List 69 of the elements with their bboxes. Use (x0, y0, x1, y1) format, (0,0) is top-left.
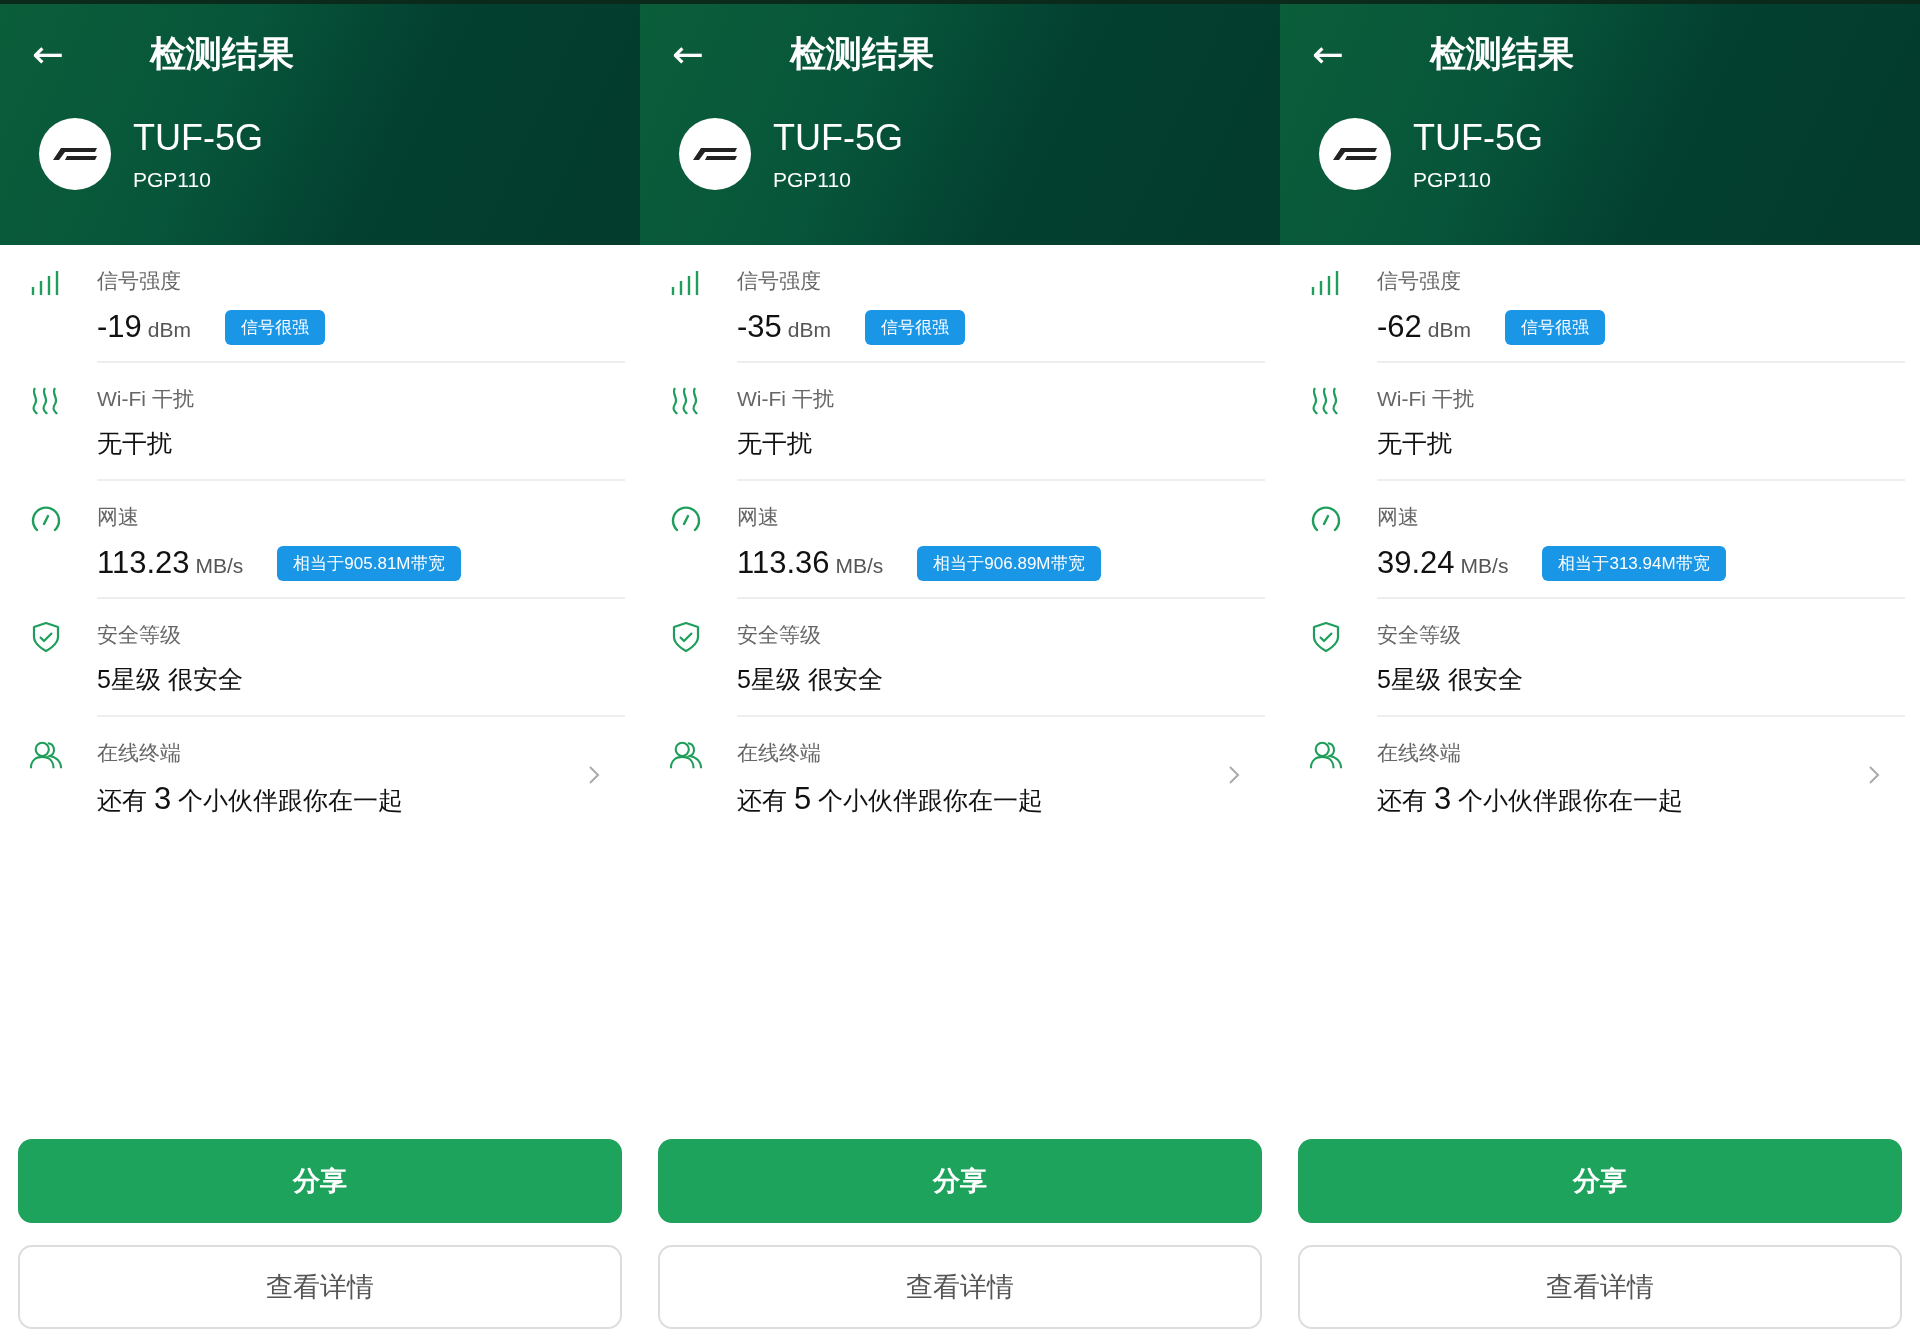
metric-label: 安全等级 (737, 622, 821, 648)
rating-tag: 相当于906.89M带宽 (917, 545, 1101, 581)
router-logo-icon (679, 118, 751, 190)
unit-label: MB/s (195, 554, 244, 578)
device-name: TUF-5G (133, 116, 263, 160)
unit-label: MB/s (1460, 554, 1509, 578)
metric-label: 信号强度 (97, 268, 181, 294)
metric-label: 安全等级 (1377, 622, 1461, 648)
router-logo-icon (1319, 118, 1391, 190)
metric-label: 信号强度 (737, 268, 821, 294)
unit-label: dBm (787, 318, 831, 342)
metric-value: 无干扰 (1377, 428, 1452, 459)
back-button[interactable]: ← (26, 32, 70, 76)
device-name: TUF-5G (773, 116, 903, 160)
metric-value: 无干扰 (97, 428, 172, 459)
metric-value: 113.23 (97, 545, 190, 581)
chevron-right-icon[interactable] (1868, 765, 1880, 785)
metric-label: Wi-Fi 干扰 (1377, 386, 1474, 412)
metric-value: 39.24 (1377, 545, 1455, 581)
rating-tag: 信号很强 (225, 309, 325, 345)
device-model: PGP110 (133, 168, 212, 192)
metric-label: 在线终端 (737, 740, 821, 766)
unit-label: MB/s (835, 554, 884, 578)
metric-value: 113.36 (737, 545, 830, 581)
page-title: 检测结果 (150, 31, 294, 76)
unit-label: dBm (1427, 318, 1471, 342)
metric-label: Wi-Fi 干扰 (737, 386, 834, 412)
details-button[interactable]: 查看详情 (1298, 1245, 1902, 1329)
router-logo-icon (39, 118, 111, 190)
device-model: PGP110 (1413, 168, 1492, 192)
metric-label: 网速 (97, 504, 139, 530)
metric-label: Wi-Fi 干扰 (97, 386, 194, 412)
back-button[interactable]: ← (666, 32, 710, 76)
metric-label: 网速 (737, 504, 779, 530)
chevron-right-icon[interactable] (1228, 765, 1240, 785)
metric-label: 信号强度 (1377, 268, 1461, 294)
metric-value: -19 (97, 309, 142, 345)
metric-value: 5星级 很安全 (97, 664, 243, 695)
metric-value: 还有 5 个小伙伴跟你在一起 (737, 781, 1044, 817)
rating-tag: 相当于905.81M带宽 (277, 545, 461, 581)
device-model: PGP110 (773, 168, 852, 192)
rating-tag: 相当于313.94M带宽 (1542, 545, 1726, 581)
shield-check-icon (30, 621, 62, 653)
rating-tag: 信号很强 (1505, 309, 1605, 345)
metric-value: 无干扰 (737, 428, 812, 459)
metric-value: 还有 3 个小伙伴跟你在一起 (1377, 781, 1684, 817)
rating-tag: 信号很强 (865, 309, 965, 345)
metric-value: 5星级 很安全 (1377, 664, 1523, 695)
metric-value: -35 (737, 309, 782, 345)
page-title: 检测结果 (790, 31, 934, 76)
metric-label: 安全等级 (97, 622, 181, 648)
metric-label: 网速 (1377, 504, 1419, 530)
users-icon (1310, 739, 1342, 771)
details-button[interactable]: 查看详情 (658, 1245, 1262, 1329)
page-title: 检测结果 (1430, 31, 1574, 76)
metric-value: -62 (1377, 309, 1422, 345)
chevron-right-icon[interactable] (588, 765, 600, 785)
device-name: TUF-5G (1413, 116, 1543, 160)
users-icon (30, 739, 62, 771)
metric-label: 在线终端 (1377, 740, 1461, 766)
unit-label: dBm (147, 318, 191, 342)
shield-check-icon (1310, 621, 1342, 653)
metric-value: 还有 3 个小伙伴跟你在一起 (97, 781, 404, 817)
details-button[interactable]: 查看详情 (18, 1245, 622, 1329)
shield-check-icon (670, 621, 702, 653)
metric-value: 5星级 很安全 (737, 664, 883, 695)
users-icon (670, 739, 702, 771)
metric-label: 在线终端 (97, 740, 181, 766)
back-button[interactable]: ← (1306, 32, 1350, 76)
